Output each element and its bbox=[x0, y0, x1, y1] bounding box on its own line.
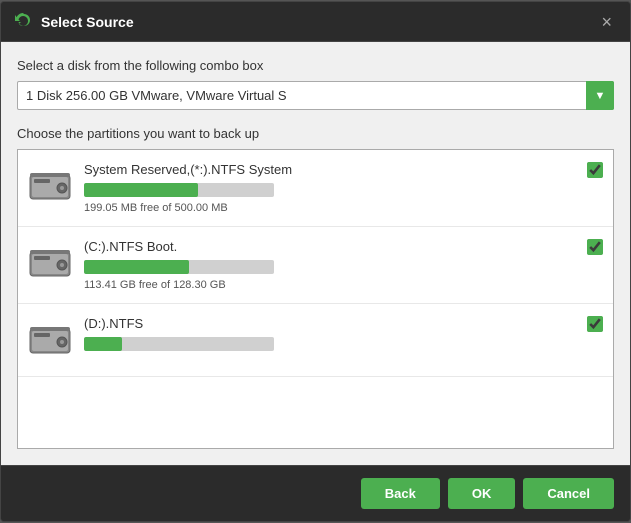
disk-icon-2 bbox=[26, 239, 74, 287]
partition-checkbox-3[interactable] bbox=[587, 316, 603, 332]
partition-info-1: System Reserved,(*:).NTFS System 199.05 … bbox=[84, 162, 605, 214]
partitions-list: System Reserved,(*:).NTFS System 199.05 … bbox=[17, 149, 614, 449]
back-button[interactable]: Back bbox=[361, 478, 440, 509]
refresh-icon bbox=[13, 10, 33, 33]
progress-fill-3 bbox=[84, 337, 122, 351]
partition-name-1: System Reserved,(*:).NTFS System bbox=[84, 162, 605, 177]
partition-checkbox-2[interactable] bbox=[587, 239, 603, 255]
partition-checkbox-1[interactable] bbox=[587, 162, 603, 178]
partition-name-3: (D:).NTFS bbox=[84, 316, 605, 331]
progress-container-3 bbox=[84, 337, 274, 351]
disk-icon-3 bbox=[26, 316, 74, 364]
dialog-content: Select a disk from the following combo b… bbox=[1, 42, 630, 465]
disk-dropdown[interactable]: 1 Disk 256.00 GB VMware, VMware Virtual … bbox=[17, 81, 614, 110]
dialog-footer: Back OK Cancel bbox=[1, 465, 630, 521]
cancel-button[interactable]: Cancel bbox=[523, 478, 614, 509]
disk-icon-1 bbox=[26, 162, 74, 210]
partition-item-2: (C:).NTFS Boot. 113.41 GB free of 128.30… bbox=[18, 227, 613, 304]
disk-dropdown-container: 1 Disk 256.00 GB VMware, VMware Virtual … bbox=[17, 81, 614, 110]
ok-button[interactable]: OK bbox=[448, 478, 516, 509]
partition-item-1: System Reserved,(*:).NTFS System 199.05 … bbox=[18, 150, 613, 227]
close-button[interactable]: × bbox=[595, 11, 618, 33]
progress-container-1 bbox=[84, 183, 274, 197]
progress-container-2 bbox=[84, 260, 274, 274]
partition-size-1: 199.05 MB free of 500.00 MB bbox=[84, 202, 605, 214]
select-source-dialog: Select Source × Select a disk from the f… bbox=[0, 1, 631, 522]
partition-info-2: (C:).NTFS Boot. 113.41 GB free of 128.30… bbox=[84, 239, 605, 291]
title-bar-left: Select Source bbox=[13, 10, 134, 33]
partition-info-3: (D:).NTFS bbox=[84, 316, 605, 356]
partition-size-2: 113.41 GB free of 128.30 GB bbox=[84, 279, 605, 291]
partition-item-3: (D:).NTFS bbox=[18, 304, 613, 377]
title-bar: Select Source × bbox=[1, 2, 630, 42]
partitions-label: Choose the partitions you want to back u… bbox=[17, 126, 614, 141]
progress-fill-1 bbox=[84, 183, 198, 197]
disk-label: Select a disk from the following combo b… bbox=[17, 58, 614, 73]
dialog-title: Select Source bbox=[41, 14, 134, 30]
partition-name-2: (C:).NTFS Boot. bbox=[84, 239, 605, 254]
progress-fill-2 bbox=[84, 260, 189, 274]
